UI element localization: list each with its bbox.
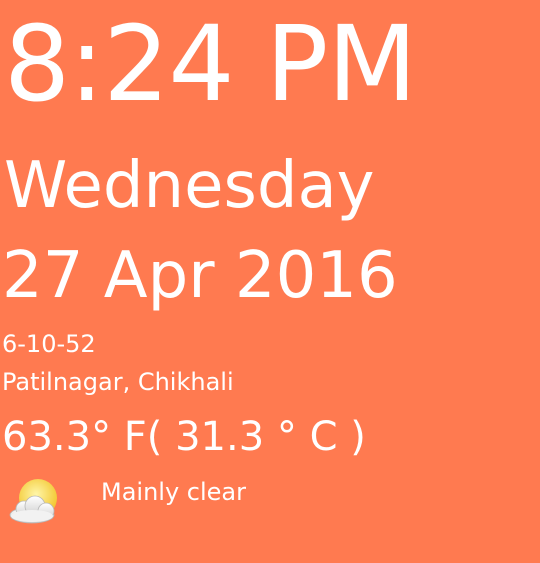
partly-cloudy-sun-icon (6, 476, 66, 528)
clock-weekday: Wednesday (4, 149, 375, 223)
clock-time: 8:24 PM (4, 3, 417, 125)
clock-date: 27 Apr 2016 (2, 239, 398, 313)
info-code: 6-10-52 (2, 330, 96, 358)
temperature-readout: 63.3° F( 31.3 ° C ) (2, 414, 366, 460)
clock-weather-widget: 8:24 PM Wednesday 27 Apr 2016 6-10-52 Pa… (0, 0, 540, 563)
weather-condition: Mainly clear (101, 478, 246, 506)
location-label: Patilnagar, Chikhali (2, 368, 234, 396)
